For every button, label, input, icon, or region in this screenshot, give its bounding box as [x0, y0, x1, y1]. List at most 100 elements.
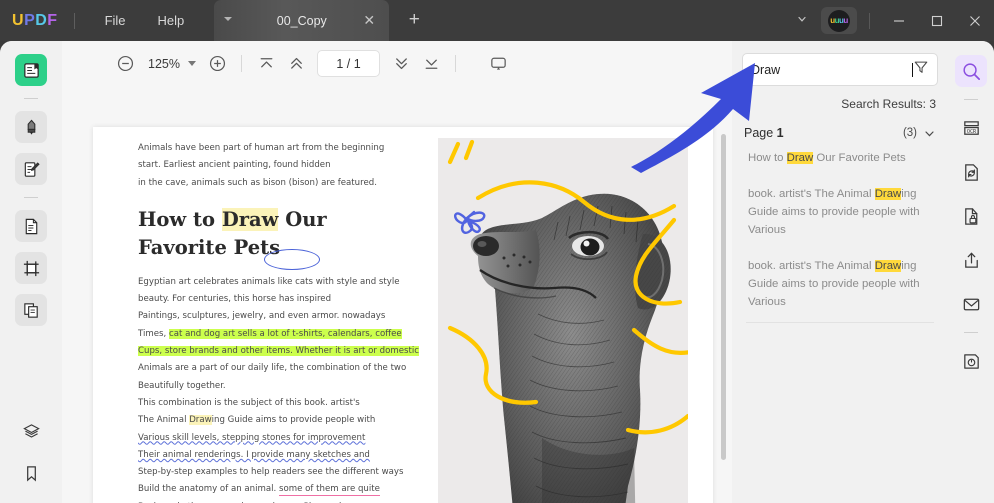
result-hit: Draw [787, 152, 814, 164]
toolbar-divider-2 [455, 55, 456, 72]
right-rail-divider-2 [964, 332, 978, 333]
search-page-hit-count: (3) [903, 127, 917, 139]
green-highlight: cat and dog art sells a lot of t-shirts,… [169, 329, 402, 339]
zoom-out-icon [116, 54, 135, 73]
page-image-dog-sketch [438, 138, 688, 503]
butterfly-doodle-annotation [450, 200, 496, 238]
sidebar-item-bookmarks[interactable] [15, 457, 47, 489]
vertical-scrollbar[interactable] [721, 134, 726, 460]
sidebar-item-organize-pages[interactable] [15, 294, 47, 326]
next-page-button[interactable] [386, 49, 416, 79]
wavy-underline-annotation: Various skill levels, stepping stones fo… [138, 433, 365, 443]
zoom-out-button[interactable] [110, 49, 140, 79]
tab-dropdown-caret-icon[interactable] [224, 17, 232, 21]
sidebar-item-ocr[interactable]: OCR [955, 112, 987, 144]
tab-title: 00_Copy [277, 14, 327, 28]
logo-letter-f: F [47, 12, 57, 30]
window-minimize-button[interactable] [880, 0, 918, 41]
doc-intro-line: Animals have been part of human art from… [138, 140, 418, 157]
doc-body-line: Animals are a part of our daily life, th… [138, 360, 418, 377]
menu-help[interactable]: Help [142, 7, 201, 34]
account-avatar-button[interactable]: uuuu [821, 7, 857, 34]
window-controls: uuuu [785, 0, 994, 41]
zoom-in-button[interactable] [202, 49, 232, 79]
active-indicator-dot [18, 68, 22, 72]
result-hit: Draw [875, 188, 902, 200]
search-filter-button[interactable] [913, 59, 929, 80]
first-page-button[interactable] [251, 49, 281, 79]
toolbar-divider-1 [241, 55, 242, 72]
page-viewer[interactable]: Animals have been part of human art from… [62, 86, 732, 503]
sidebar-item-convert[interactable] [955, 156, 987, 188]
document-view-column: 125% [62, 41, 732, 503]
updf-logo: UPDF [12, 12, 58, 30]
window-maximize-button[interactable] [918, 0, 956, 41]
edit-document-icon [22, 160, 41, 179]
tab-close-icon[interactable]: ✕ [361, 12, 377, 28]
search-icon [961, 61, 982, 82]
new-tab-button[interactable]: + [403, 9, 425, 31]
search-input[interactable] [751, 63, 913, 77]
crop-icon [22, 259, 41, 278]
search-result-item[interactable]: book. artist's The Animal Drawing Guide … [742, 176, 938, 248]
rail-divider-1 [24, 98, 38, 99]
search-page-label: Page 1 [744, 126, 784, 140]
sidebar-item-protect[interactable] [955, 200, 987, 232]
account-chevron-down-icon[interactable] [785, 13, 819, 28]
zoom-dropdown-caret-icon[interactable] [188, 61, 196, 66]
filter-funnel-icon [913, 59, 929, 75]
heading-search-hit: Draw [222, 208, 279, 231]
sidebar-item-save[interactable] [955, 345, 987, 377]
logo-letter-u: U [12, 12, 24, 30]
doc-body-line: Times, cat and dog art sells a lot of t-… [138, 326, 418, 343]
line-pre: Times, [138, 329, 169, 339]
line-pre: Build the anatomy of an animal. [138, 484, 279, 494]
search-result-item[interactable]: book. artist's The Animal Drawing Guide … [742, 248, 938, 320]
email-envelope-icon [961, 294, 982, 315]
document-tab[interactable]: 00_Copy ✕ [214, 0, 389, 41]
sidebar-item-layers[interactable] [15, 415, 47, 447]
search-hit: Draw [189, 415, 211, 425]
last-page-button[interactable] [416, 49, 446, 79]
sidebar-item-share[interactable] [955, 244, 987, 276]
convert-file-icon [961, 162, 982, 183]
sidebar-item-comment-markup[interactable] [15, 111, 47, 143]
lock-document-icon [961, 206, 982, 227]
ellipse-annotation [264, 249, 320, 270]
layers-icon [22, 422, 41, 441]
previous-page-icon [287, 54, 306, 73]
sidebar-item-crop-page[interactable] [15, 252, 47, 284]
search-panel: Search Results: 3 Page 1 (3) How to Draw… [732, 41, 948, 503]
search-page-group-header[interactable]: Page 1 (3) [742, 126, 938, 140]
updf-application-window: UPDF File Help 00_Copy ✕ + uuuu [0, 0, 994, 503]
window-close-button[interactable] [956, 0, 994, 41]
share-upload-icon [961, 250, 982, 271]
sidebar-item-page-tools[interactable] [15, 210, 47, 242]
book-reader-icon [22, 61, 41, 80]
pink-underline-annotation: some of them are quite [279, 484, 380, 496]
doc-body-line: Various skill levels, stepping stones fo… [138, 430, 418, 447]
green-highlight: Cups, store brands and other items. Whet… [138, 346, 419, 356]
sidebar-item-search[interactable] [955, 55, 987, 87]
search-results-list: How to Draw Our Favorite Pets book. arti… [742, 140, 938, 323]
previous-page-button[interactable] [281, 49, 311, 79]
result-pre: book. artist's The Animal [748, 260, 875, 272]
chevron-down-icon[interactable] [923, 127, 936, 140]
search-box[interactable] [742, 53, 938, 86]
logo-letter-d: D [35, 12, 47, 30]
heading-pre: How to [138, 208, 222, 231]
doc-body-line: Cups, store brands and other items. Whet… [138, 343, 418, 360]
doc-body-line: Build the anatomy of an animal. some of … [138, 481, 418, 498]
page-number-input[interactable]: 1 / 1 [317, 50, 380, 77]
menu-file[interactable]: File [89, 7, 142, 34]
zoom-level-value[interactable]: 125% [144, 57, 184, 71]
presentation-mode-button[interactable] [483, 49, 513, 79]
sidebar-item-email[interactable] [955, 288, 987, 320]
doc-body-line: This combination is the subject of this … [138, 395, 418, 412]
sidebar-item-edit-pdf[interactable] [15, 153, 47, 185]
highlighter-icon [22, 118, 41, 137]
rail-divider-2 [24, 197, 38, 198]
search-result-item[interactable]: How to Draw Our Favorite Pets [742, 140, 938, 176]
bookmark-icon [22, 464, 41, 483]
page-text-column: Animals have been part of human art from… [138, 140, 418, 503]
